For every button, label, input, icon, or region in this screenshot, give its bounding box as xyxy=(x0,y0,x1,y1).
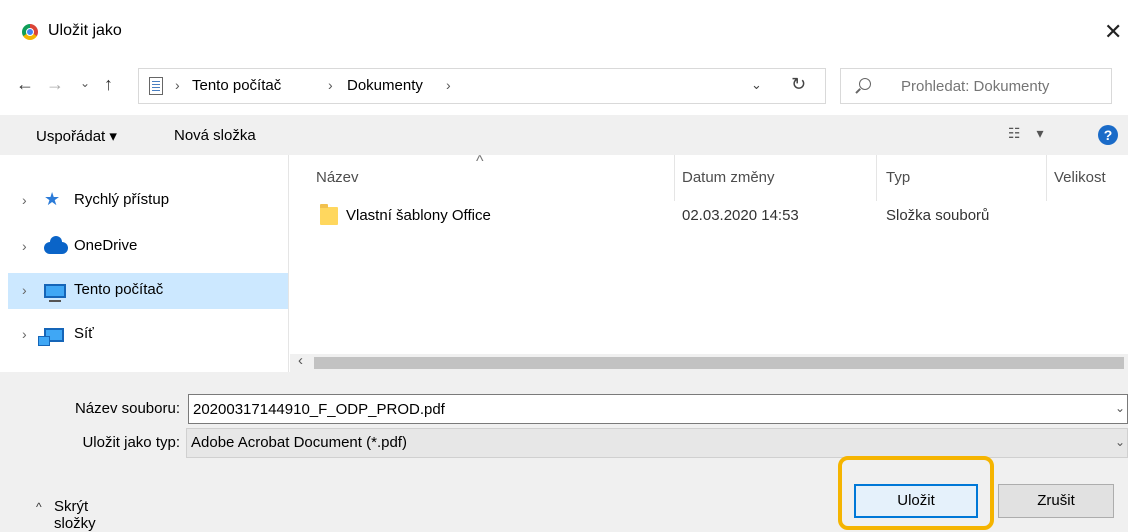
breadcrumb-separator[interactable]: › xyxy=(446,77,451,93)
recent-locations-button[interactable]: ⌄ xyxy=(80,76,96,100)
sidebar-item-label: Síť xyxy=(74,325,94,342)
forward-button[interactable]: → xyxy=(46,74,68,100)
address-dropdown-icon[interactable]: ⌄ xyxy=(751,77,762,93)
chevron-down-icon[interactable]: ⌄ xyxy=(1115,401,1125,415)
folder-icon xyxy=(320,204,338,225)
chevron-right-icon[interactable]: › xyxy=(22,238,27,254)
breadcrumb-this-pc[interactable]: Tento počítač xyxy=(192,77,281,94)
column-header-size[interactable]: Velikost xyxy=(1054,169,1106,186)
file-date: 02.03.2020 14:53 xyxy=(682,207,799,224)
title-bar: Uložit jako ✕ xyxy=(0,0,1128,64)
file-name: Vlastní šablony Office xyxy=(346,207,491,224)
sidebar-item-network[interactable]: › Síť xyxy=(8,317,288,353)
organize-button[interactable]: Uspořádat ▾ xyxy=(36,127,117,145)
sidebar-item-label: Rychlý přístup xyxy=(74,191,170,208)
search-input[interactable] xyxy=(901,75,1101,97)
cancel-button[interactable]: Zrušit xyxy=(998,484,1114,518)
filename-label: Název souboru: xyxy=(74,400,180,417)
star-icon: ★ xyxy=(44,189,61,209)
chevron-up-icon: ^ xyxy=(36,500,42,514)
back-button[interactable]: ← xyxy=(16,74,40,100)
sidebar-item-label: OneDrive xyxy=(74,237,138,254)
chrome-icon xyxy=(22,24,38,40)
chevron-right-icon[interactable]: › xyxy=(22,326,27,342)
chevron-right-icon[interactable]: › xyxy=(22,282,27,298)
sidebar-item-label: Tento počítač xyxy=(74,281,164,298)
search-box[interactable] xyxy=(840,68,1112,104)
column-header-type[interactable]: Typ xyxy=(886,169,910,186)
breadcrumb-separator[interactable]: › xyxy=(175,77,180,93)
sidebar-item-quick-access[interactable]: › ★ Rychlý přístup xyxy=(8,183,288,219)
sidebar-item-onedrive[interactable]: › OneDrive xyxy=(8,229,288,265)
column-header-date[interactable]: Datum změny xyxy=(682,169,775,186)
new-folder-button[interactable]: Nová složka xyxy=(174,127,256,144)
help-icon[interactable]: ? xyxy=(1098,125,1118,145)
network-icon xyxy=(38,328,64,346)
horizontal-scrollbar[interactable]: ‹ xyxy=(290,352,1128,372)
save-button[interactable]: Uložit xyxy=(854,484,978,518)
pc-icon xyxy=(44,284,66,302)
view-options-button[interactable]: ☷ ▾ xyxy=(1008,125,1049,142)
breadcrumb-documents[interactable]: Dokumenty xyxy=(347,77,423,94)
address-bar[interactable]: › Tento počítač › Dokumenty › ⌄ ↻ xyxy=(138,68,826,104)
close-button[interactable]: ✕ xyxy=(1104,16,1128,48)
column-header-name[interactable]: Název xyxy=(316,169,359,186)
chevron-down-icon[interactable]: ⌄ xyxy=(1115,435,1125,449)
filetype-select[interactable]: Adobe Acrobat Document (*.pdf) ⌄ xyxy=(186,428,1128,458)
file-type: Složka souborů xyxy=(886,207,990,224)
column-divider[interactable] xyxy=(1046,155,1047,201)
command-bar: Uspořádat ▾ Nová složka ☷ ▾ ? xyxy=(0,115,1128,155)
up-button[interactable]: ↑ xyxy=(104,74,126,100)
table-row[interactable]: Vlastní šablony Office 02.03.2020 14:53 … xyxy=(316,199,1106,235)
column-divider[interactable] xyxy=(876,155,877,201)
document-icon xyxy=(149,77,163,95)
sort-indicator-icon: ^ xyxy=(476,153,484,170)
save-form: Název souboru: ⌄ Uložit jako typ: Adobe … xyxy=(0,372,1128,532)
scroll-left-icon[interactable]: ‹ xyxy=(298,352,303,369)
breadcrumb-separator[interactable]: › xyxy=(328,77,333,93)
window-title: Uložit jako xyxy=(48,22,122,39)
hide-folders-label: Skrýt složky xyxy=(54,498,96,532)
refresh-button[interactable]: ↻ xyxy=(791,74,806,95)
scrollbar-thumb[interactable] xyxy=(314,357,1124,369)
filetype-value: Adobe Acrobat Document (*.pdf) xyxy=(191,434,407,451)
sidebar-item-this-pc[interactable]: › Tento počítač xyxy=(8,273,288,309)
navigation-pane: › ★ Rychlý přístup › OneDrive › Tento po… xyxy=(0,155,289,372)
chevron-right-icon[interactable]: › xyxy=(22,192,27,208)
column-divider[interactable] xyxy=(674,155,675,201)
cloud-icon xyxy=(44,236,68,254)
search-icon xyxy=(859,78,871,90)
filetype-label: Uložit jako typ: xyxy=(82,434,180,451)
filename-field[interactable]: ⌄ xyxy=(188,394,1128,424)
file-list: ^ Název Datum změny Typ Velikost Vlastní… xyxy=(290,153,1128,372)
filename-input[interactable] xyxy=(193,399,1093,419)
